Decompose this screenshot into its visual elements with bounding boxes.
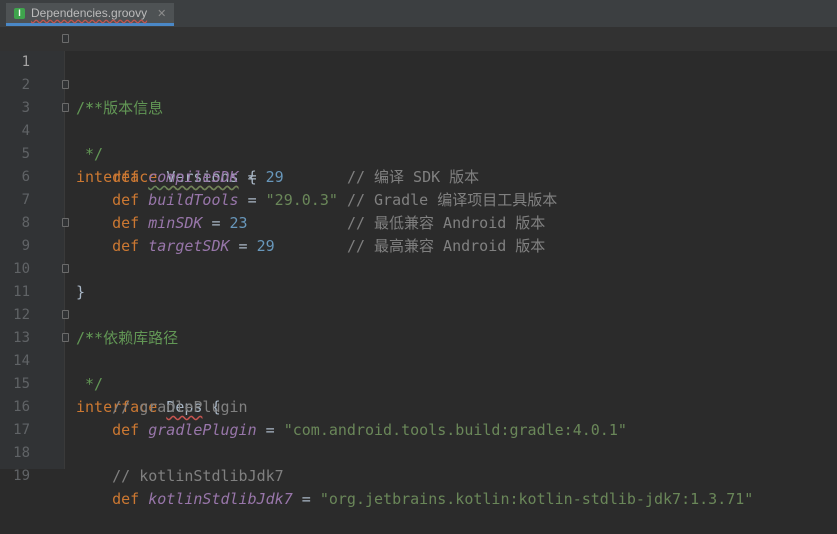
fold-marker-icon[interactable]: [62, 80, 69, 89]
field-name: kotlinStdlibJdk7: [148, 490, 293, 508]
tab-file-name: Dependencies.groovy: [31, 6, 148, 20]
fold-marker-icon[interactable]: [62, 34, 69, 43]
code-line: 13 */: [0, 304, 837, 393]
fold-marker-icon[interactable]: [62, 264, 69, 273]
fold-marker-icon[interactable]: [62, 218, 69, 227]
code-line: 19 def kotlinStdlibJdk7 = "org.jetbrains…: [0, 442, 837, 508]
code-line: 4 interface Versions {: [0, 97, 837, 186]
code-editor[interactable]: 1 /** 2 * 版本信息 3 */ 4 interface Versions…: [0, 28, 837, 508]
code-line: 2 * 版本信息: [0, 51, 837, 117]
code-line: 11 /**: [0, 258, 837, 347]
line-number: 19: [13, 468, 30, 484]
code-line: 16 def gradlePlugin = "com.android.tools…: [0, 373, 837, 439]
code-line: 1 /**: [0, 28, 837, 117]
code-line: 12 * 依赖库路径: [0, 281, 837, 347]
code-line: 3 */: [0, 74, 837, 163]
editor-tab-bar: I Dependencies.groovy ✕: [0, 0, 837, 28]
groovy-interface-file-icon: I: [14, 7, 25, 19]
code-line: 15 // gradlePlugin: [0, 350, 837, 416]
code-line: 10: [0, 235, 837, 277]
line-comment: // kotlinStdlibJdk7: [112, 467, 284, 485]
code-line: 9 }: [0, 212, 837, 301]
code-line: 7 def minSDK = 23 // 最低兼容 Android 版本: [0, 166, 837, 232]
fold-marker-icon[interactable]: [62, 310, 69, 319]
code-line: 17: [0, 396, 837, 438]
keyword: def: [112, 490, 140, 508]
code-line: 5 def compileSDK = 29 // 编译 SDK 版本: [0, 120, 837, 186]
fold-marker-icon[interactable]: [62, 103, 69, 112]
tab-dependencies-groovy[interactable]: I Dependencies.groovy ✕: [6, 3, 175, 26]
fold-marker-icon[interactable]: [62, 333, 69, 342]
code-line: 18 // kotlinStdlibJdk7: [0, 419, 837, 485]
string-literal: "org.jetbrains.kotlin:kotlin-stdlib-jdk7…: [319, 490, 754, 508]
code-line: 8 def targetSDK = 29 // 最高兼容 Android 版本: [0, 189, 837, 255]
code-line: 6 def buildTools = "29.0.3" // Gradle 编译…: [0, 143, 837, 209]
close-tab-icon[interactable]: ✕: [157, 7, 166, 20]
code-line: 14 interface Deps {: [0, 327, 837, 416]
